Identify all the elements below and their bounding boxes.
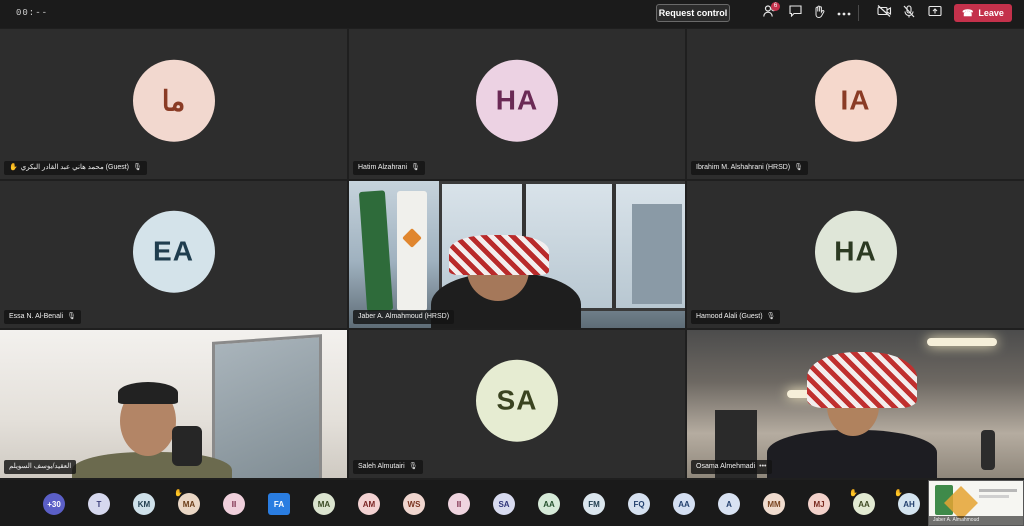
glass-partition bbox=[212, 334, 322, 478]
participant-tile[interactable]: ما ✋ محمد هاني عبد القادر البكري (Guest) 🎙 bbox=[0, 29, 347, 179]
meeting-toolbar: 00:-- Request control 6 ☎ Leave bbox=[0, 0, 1024, 28]
participant-avatar-chip[interactable]: II bbox=[448, 493, 470, 515]
participant-figure bbox=[767, 430, 937, 478]
more-icon[interactable] bbox=[836, 5, 852, 21]
participant-avatar-chip[interactable]: AA bbox=[538, 493, 560, 515]
avatar: ما bbox=[132, 59, 215, 142]
mic-off-icon[interactable] bbox=[901, 5, 917, 21]
participant-name: Saleh Almutairi bbox=[358, 463, 405, 470]
camera-off-icon[interactable] bbox=[876, 5, 892, 21]
mic-off-icon: 🎙 bbox=[766, 313, 776, 320]
participant-figure bbox=[72, 452, 232, 478]
participant-avatar-chip[interactable]: +30 bbox=[43, 493, 65, 515]
ceiling-light bbox=[927, 338, 997, 346]
participant-name-tag: Ibrahim M. Alshahrani (HRSD) 🎙 bbox=[691, 161, 809, 175]
hang-up-icon: ☎ bbox=[962, 8, 974, 18]
participant-video-tile[interactable]: Osama Almehmadi ••• bbox=[687, 330, 1024, 478]
participant-avatar-chip[interactable]: AM bbox=[358, 493, 380, 515]
participant-avatar-chip[interactable]: T bbox=[88, 493, 110, 515]
participant-name-tag: ✋ محمد هاني عبد القادر البكري (Guest) 🎙 bbox=[4, 161, 147, 175]
raise-hand-icon: ✋ bbox=[849, 490, 858, 497]
participant-tile[interactable]: IA Ibrahim M. Alshahrani (HRSD) 🎙 bbox=[687, 29, 1024, 179]
avatar: IA bbox=[814, 59, 897, 142]
video-feed bbox=[349, 181, 685, 328]
video-feed bbox=[0, 330, 347, 478]
participant-avatar-chip[interactable]: II bbox=[223, 493, 245, 515]
toolbar-divider bbox=[858, 5, 859, 21]
video-feed bbox=[687, 330, 1024, 478]
participant-name: Ibrahim M. Alshahrani (HRSD) bbox=[696, 164, 791, 171]
participant-name: Jaber A. Almahmoud (HRSD) bbox=[358, 313, 450, 320]
people-icon[interactable]: 6 bbox=[762, 2, 780, 21]
participant-avatar-chip[interactable]: A bbox=[718, 493, 740, 515]
share-icon[interactable] bbox=[927, 5, 943, 21]
participant-tile[interactable]: SA Saleh Almutairi 🎙 bbox=[349, 330, 685, 478]
participant-name-tag: Osama Almehmadi ••• bbox=[691, 460, 772, 474]
raise-hand-icon[interactable] bbox=[811, 5, 827, 21]
participant-avatar-chip[interactable]: MA bbox=[313, 493, 335, 515]
participant-name: Hamood Alali (Guest) bbox=[696, 313, 763, 320]
leave-label: Leave bbox=[978, 8, 1004, 18]
more-icon: ••• bbox=[759, 463, 767, 470]
mic-off-icon: 🎙 bbox=[411, 164, 420, 171]
raise-hand-icon: ✋ bbox=[894, 490, 903, 497]
participant-name: Osama Almehmadi bbox=[696, 463, 756, 470]
participant-strip: +30 T KM MA ✋ II FA MA AM WS II SA AA FM FQ AA A MM MJ AA ✋ A… bbox=[0, 480, 1024, 526]
avatar: SA bbox=[476, 359, 558, 442]
participant-avatar-chip[interactable]: MM bbox=[763, 493, 785, 515]
participant-avatar-chip[interactable]: WS bbox=[403, 493, 425, 515]
participant-tile[interactable]: HA Hamood Alali (Guest) 🎙 bbox=[687, 181, 1024, 328]
leave-button[interactable]: ☎ Leave bbox=[954, 4, 1012, 22]
participant-tile[interactable]: EA Essa N. Al-Benali 🎙 bbox=[0, 181, 347, 328]
request-control-button[interactable]: Request control bbox=[656, 4, 730, 22]
participant-name-tag: Hatim Alzahrani 🎙 bbox=[353, 161, 425, 175]
avatar: EA bbox=[132, 210, 215, 293]
people-count-badge: 6 bbox=[771, 2, 780, 11]
shemagh bbox=[807, 352, 917, 408]
participant-name-tag: العقيد/يوسف السويلم bbox=[4, 460, 77, 474]
flag bbox=[397, 191, 427, 311]
chat-icon[interactable] bbox=[787, 5, 803, 21]
mic-off-icon: 🎙 bbox=[794, 164, 804, 171]
participant-avatar-chip[interactable]: FM bbox=[583, 493, 605, 515]
avatar: HA bbox=[814, 210, 897, 293]
participant-avatar-chip[interactable]: KM bbox=[133, 493, 155, 515]
mic-off-icon: 🎙 bbox=[408, 463, 418, 470]
raise-hand-icon: ✋ bbox=[9, 164, 18, 171]
mic-icon: 🎙 bbox=[67, 313, 76, 320]
participant-name: العقيد/يوسف السويلم bbox=[9, 463, 72, 470]
participant-video-tile[interactable]: العقيد/يوسف السويلم bbox=[0, 330, 347, 478]
mic-off-icon: 🎙 bbox=[133, 164, 142, 171]
participant-tile[interactable]: HA Hatim Alzahrani 🎙 bbox=[349, 29, 685, 179]
shared-screen-thumbnail[interactable]: Jaber A. Almahmoud bbox=[928, 480, 1024, 526]
chair bbox=[172, 426, 202, 466]
participant-name-tag: Saleh Almutairi 🎙 bbox=[353, 460, 423, 474]
participant-avatar-chip[interactable]: AA bbox=[673, 493, 695, 515]
participant-avatar-chip[interactable]: FQ bbox=[628, 493, 650, 515]
participant-avatar-chip[interactable]: MJ bbox=[808, 493, 830, 515]
raise-hand-icon: ✋ bbox=[174, 490, 183, 497]
share-caption: Jaber A. Almahmoud bbox=[929, 516, 1023, 525]
participant-video-tile[interactable]: Jaber A. Almahmoud (HRSD) bbox=[349, 181, 685, 328]
participant-name: محمد هاني عبد القادر البكري (Guest) bbox=[20, 164, 130, 171]
hair bbox=[118, 382, 178, 404]
participant-name: Hatim Alzahrani bbox=[358, 164, 408, 171]
shemagh bbox=[449, 235, 549, 275]
meeting-timer: 00:-- bbox=[16, 8, 49, 18]
flag bbox=[358, 190, 394, 312]
participant-name-tag: Hamood Alali (Guest) 🎙 bbox=[691, 310, 781, 324]
participant-name: Essa N. Al-Benali bbox=[9, 313, 64, 320]
participant-name-tag: Essa N. Al-Benali 🎙 bbox=[4, 310, 81, 324]
participant-avatar-chip[interactable]: SA bbox=[493, 493, 515, 515]
participant-avatar-chip[interactable]: FA bbox=[268, 493, 290, 515]
participant-name-tag: Jaber A. Almahmoud (HRSD) bbox=[353, 310, 455, 324]
avatar: HA bbox=[476, 59, 558, 142]
background-person bbox=[981, 430, 995, 470]
